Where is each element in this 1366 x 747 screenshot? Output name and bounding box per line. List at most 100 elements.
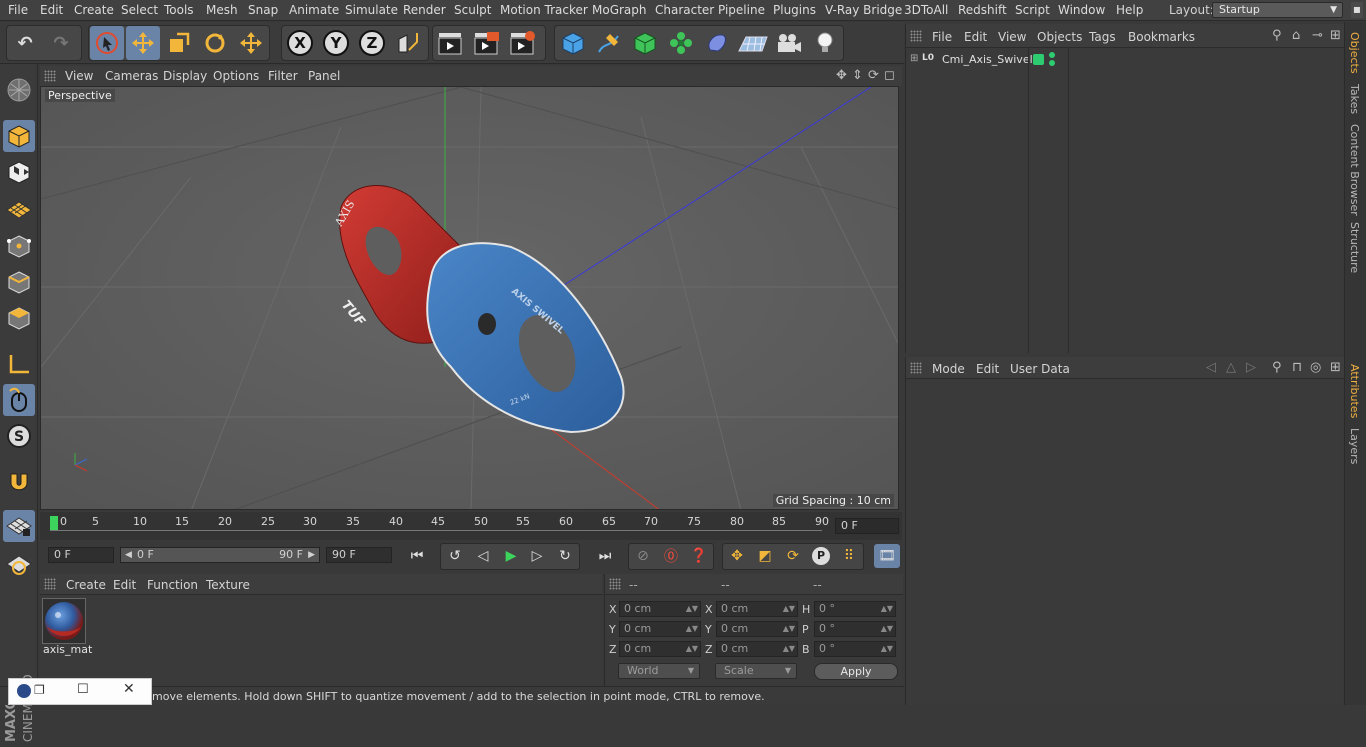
panel-grip-icon[interactable] (44, 70, 56, 82)
object-menu-edit[interactable]: Edit (964, 30, 987, 44)
menu-mesh[interactable]: Mesh (206, 3, 238, 17)
coord-mode-select[interactable]: World ▼ (618, 663, 700, 679)
tab-objects[interactable]: Objects (1348, 32, 1361, 74)
home-icon[interactable]: ⌂ (1292, 28, 1300, 43)
record-keyframe-icon[interactable]: ⊘ (630, 544, 656, 568)
playhead[interactable] (50, 516, 58, 530)
tab-takes[interactable]: Takes (1348, 84, 1361, 114)
material-menu-texture[interactable]: Texture (206, 578, 250, 592)
menu-character[interactable]: Character (655, 3, 714, 17)
range-left-arrow-icon[interactable]: ◀ (125, 548, 132, 562)
menu-snap[interactable]: Snap (248, 3, 278, 17)
editor-visibility-dot[interactable] (1049, 52, 1055, 58)
edge-mode-icon[interactable] (3, 266, 35, 298)
spinner-icon[interactable]: ▲▼ (783, 622, 795, 636)
go-to-end-icon[interactable]: ⏭ (592, 544, 618, 568)
menu-create[interactable]: Create (74, 3, 114, 17)
make-editable-icon[interactable] (3, 74, 35, 106)
spinner-icon[interactable]: ▲▼ (783, 602, 795, 616)
render-picture-viewer-icon[interactable] (470, 26, 504, 60)
tab-structure[interactable]: Structure (1348, 222, 1361, 273)
render-visibility-dot[interactable] (1049, 60, 1055, 66)
key-rotation-icon[interactable]: ⟳ (780, 544, 806, 568)
spinner-icon[interactable]: ▲▼ (686, 642, 698, 656)
key-position-icon[interactable]: ✥ (724, 544, 750, 568)
menu-tools[interactable]: Tools (164, 3, 194, 17)
maximize-icon[interactable]: ☐ (77, 682, 89, 697)
view-label[interactable]: Perspective (45, 89, 115, 102)
deformer-icon[interactable] (700, 26, 734, 60)
zoom-view-icon[interactable]: ⇕ (852, 68, 863, 83)
menu-window[interactable]: Window (1058, 3, 1105, 17)
range-right-arrow-icon[interactable]: ▶ (308, 548, 315, 562)
snapping-magnet-icon[interactable] (3, 466, 35, 498)
panel-grip-icon[interactable] (609, 578, 621, 590)
menu-script[interactable]: Script (1015, 3, 1050, 17)
previous-key-icon[interactable]: ↺ (442, 544, 468, 568)
new-view-icon[interactable]: ⊞ (1330, 360, 1341, 375)
texture-mode-icon[interactable] (3, 156, 35, 188)
object-menu-tags[interactable]: Tags (1089, 30, 1116, 44)
object-menu-bookmarks[interactable]: Bookmarks (1128, 30, 1195, 44)
menu-render[interactable]: Render (403, 3, 446, 17)
menu-simulate[interactable]: Simulate (345, 3, 398, 17)
panel-grip-icon[interactable] (910, 362, 922, 374)
x-axis-lock-icon[interactable]: X (283, 26, 317, 60)
object-menu-view[interactable]: View (998, 30, 1026, 44)
go-to-start-icon[interactable]: ⏮ (404, 544, 430, 568)
menu-select[interactable]: Select (121, 3, 158, 17)
material-thumbnail[interactable] (42, 598, 86, 644)
viewport-menu-display[interactable]: Display (163, 69, 207, 83)
search-icon[interactable]: ⚲ (1272, 28, 1282, 43)
next-key-icon[interactable]: ↻ (552, 544, 578, 568)
size-x-field[interactable]: 0 cm ▲▼ (716, 601, 798, 617)
object-menu-objects[interactable]: Objects (1037, 30, 1082, 44)
move-tool-icon[interactable] (126, 26, 160, 60)
restore-icon[interactable]: ❐ (34, 683, 45, 697)
object-tag-icon[interactable] (1033, 54, 1044, 65)
attribute-menu-mode[interactable]: Mode (932, 362, 965, 376)
expand-icon[interactable]: ⊞ (910, 53, 918, 64)
target-icon[interactable]: ◎ (1310, 360, 1321, 375)
spinner-icon[interactable]: ▲▼ (881, 622, 893, 636)
next-frame-icon[interactable]: ▷ (524, 544, 550, 568)
tweak-mode-icon[interactable] (3, 384, 35, 416)
subdivision-surface-icon[interactable] (628, 26, 662, 60)
current-frame-field[interactable]: 0 F (835, 518, 899, 534)
layout-select[interactable]: Startup ▼ (1212, 2, 1343, 18)
forward-arrow-icon[interactable]: ▷ (1246, 360, 1256, 375)
live-selection-icon[interactable] (90, 26, 124, 60)
axis-mode-icon[interactable] (3, 348, 35, 380)
menu-motion-tracker[interactable]: Motion Tracker (500, 3, 588, 17)
back-icon[interactable]: ⊸ (1312, 28, 1323, 43)
recent-tools-icon[interactable] (234, 26, 268, 60)
up-arrow-icon[interactable]: △ (1226, 360, 1236, 375)
light-icon[interactable] (808, 26, 842, 60)
spinner-icon[interactable]: ▲▼ (783, 642, 795, 656)
rotate-view-icon[interactable]: ⟳ (868, 68, 879, 83)
pos-x-field[interactable]: 0 cm ▲▼ (619, 601, 701, 617)
play-forward-icon[interactable]: ▶ (498, 544, 524, 568)
key-point-level-icon[interactable]: ⠿ (836, 544, 862, 568)
menu-3dtoall[interactable]: 3DToAll (904, 3, 948, 17)
redo-icon[interactable]: ↷ (44, 26, 78, 60)
window-minimize-icon[interactable]: ▪ (1351, 2, 1363, 18)
rotate-tool-icon[interactable] (198, 26, 232, 60)
timeline-window-icon[interactable]: 🎞 (874, 544, 900, 568)
z-axis-lock-icon[interactable]: Z (355, 26, 389, 60)
viewport-menu-view[interactable]: View (65, 69, 93, 83)
pan-view-icon[interactable]: ✥ (836, 68, 847, 83)
spinner-icon[interactable]: ▲▼ (881, 642, 893, 656)
rot-b-field[interactable]: 0 ° ▲▼ (814, 641, 896, 657)
locked-workplane-icon[interactable] (3, 548, 35, 580)
menu-pipeline[interactable]: Pipeline (718, 3, 765, 17)
viewport-menu-cameras[interactable]: Cameras (105, 69, 158, 83)
menu-file[interactable]: File (8, 3, 28, 17)
object-name[interactable]: Cmi_Axis_Swivel (942, 53, 1033, 66)
spline-pen-icon[interactable] (592, 26, 626, 60)
previous-frame-icon[interactable]: ◁ (470, 544, 496, 568)
model-mode-icon[interactable] (3, 120, 35, 152)
material-menu-edit[interactable]: Edit (113, 578, 136, 592)
column-divider[interactable] (1028, 48, 1029, 353)
back-arrow-icon[interactable]: ◁ (1206, 360, 1216, 375)
